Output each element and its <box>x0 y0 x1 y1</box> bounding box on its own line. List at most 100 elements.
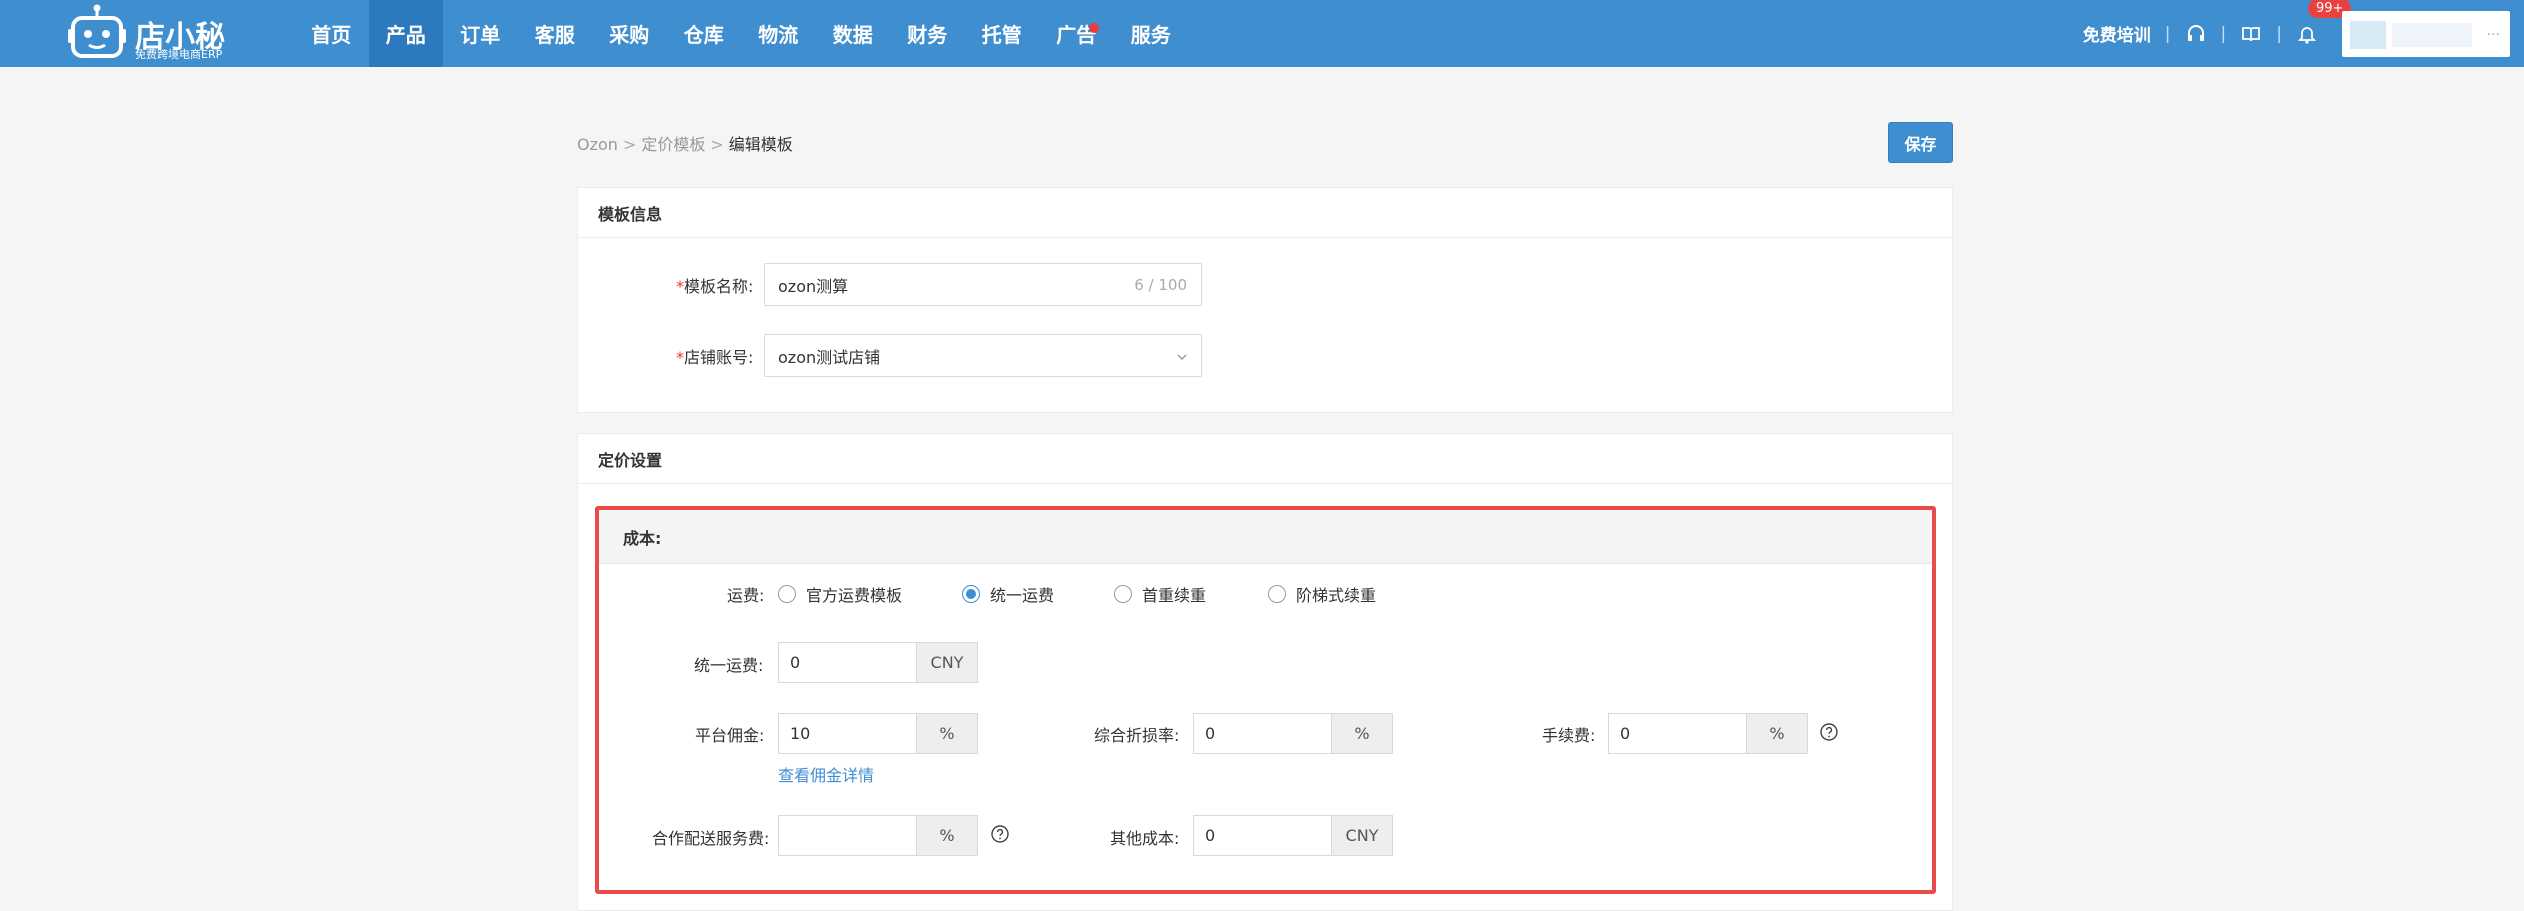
commission-label: 平台佣金: <box>695 726 765 745</box>
required-mark: * <box>676 277 684 296</box>
other-cost-field[interactable]: 0 <box>1193 815 1331 856</box>
shipping-option-3[interactable]: 阶梯式续重 <box>1268 582 1376 606</box>
required-mark: * <box>676 348 684 367</box>
nav-item-label: 服务 <box>1130 23 1171 47</box>
breadcrumb-pricing-template[interactable]: 定价模板 <box>641 135 705 154</box>
nav-item-label: 数据 <box>832 23 873 47</box>
nav-item-label: 订单 <box>460 23 501 47</box>
template-name-value: ozon测算 <box>778 276 849 296</box>
panel-title: 模板信息 <box>578 188 1952 238</box>
currency-addon: CNY <box>916 642 978 683</box>
shop-account-value: ozon测试店铺 <box>778 347 881 367</box>
breadcrumb-separator: > <box>710 135 724 154</box>
percent-addon: % <box>1746 713 1808 754</box>
nav-item-5[interactable]: 仓库 <box>667 0 742 67</box>
delivery-service-fee-label: 合作配送服务费: <box>652 829 770 848</box>
breadcrumb-current: 编辑模板 <box>728 135 793 154</box>
percent-addon: % <box>1331 713 1393 754</box>
nav-item-3[interactable]: 客服 <box>518 0 593 67</box>
delivery-service-fee-field[interactable] <box>778 815 916 856</box>
delivery-service-fee-input[interactable]: % <box>778 815 978 856</box>
shipping-option-1[interactable]: 统一运费 <box>962 582 1054 606</box>
shop-account-label: *店铺账号: <box>676 348 754 367</box>
nav-item-2[interactable]: 订单 <box>443 0 518 67</box>
radio-button[interactable] <box>1268 585 1286 603</box>
header-tools: 免费培训 | | | 99+ ... <box>2083 0 2510 67</box>
robot-logo-icon <box>68 4 126 58</box>
shipping-label: 运费: <box>727 586 765 605</box>
commission-input[interactable]: 10 % <box>778 713 978 754</box>
logo[interactable]: 店小秘 免费跨境电商ERP <box>67 2 227 62</box>
other-cost-label: 其他成本: <box>1110 829 1180 848</box>
panel-title: 定价设置 <box>578 434 1952 484</box>
nav-item-label: 采购 <box>609 23 650 47</box>
currency-addon: CNY <box>1331 815 1393 856</box>
commission-details-link[interactable]: 查看佣金详情 <box>778 762 874 786</box>
radio-button[interactable] <box>962 585 980 603</box>
commission-field[interactable]: 10 <box>778 713 916 754</box>
nav-item-label: 产品 <box>385 23 426 47</box>
shipping-option-2[interactable]: 首重续重 <box>1114 582 1206 606</box>
discount-rate-input[interactable]: 0 % <box>1193 713 1393 754</box>
nav-item-label: 托管 <box>981 23 1022 47</box>
nav-item-label: 仓库 <box>683 23 724 47</box>
main-nav: 首页 产品 订单 客服 采购 仓库 物流 数据 财务 托管 广告 服务 <box>294 0 1188 67</box>
user-name <box>2392 22 2472 47</box>
breadcrumb: Ozon > 定价模板 > 编辑模板 <box>577 131 793 155</box>
save-button[interactable]: 保存 <box>1888 122 1953 163</box>
headset-icon[interactable] <box>2185 23 2207 45</box>
nav-item-label: 客服 <box>534 23 575 47</box>
chevron-down-icon <box>1177 354 1187 361</box>
cost-title: 成本: <box>599 510 1932 564</box>
template-name-label: *模板名称: <box>676 277 754 296</box>
top-navbar: 店小秘 免费跨境电商ERP 首页 产品 订单 客服 采购 仓库 物流 数据 财务 托管 广告 服务 免… <box>0 0 2524 67</box>
nav-item-6[interactable]: 物流 <box>741 0 816 67</box>
radio-label: 官方运费模板 <box>806 586 903 605</box>
nav-item-1[interactable]: 产品 <box>368 0 443 67</box>
uniform-shipping-label: 统一运费: <box>694 656 764 675</box>
radio-button[interactable] <box>778 585 796 603</box>
radio-label: 阶梯式续重 <box>1296 586 1377 605</box>
radio-button[interactable] <box>1114 585 1132 603</box>
new-dot-indicator <box>1088 23 1099 33</box>
book-icon[interactable] <box>2240 23 2262 45</box>
shop-account-select[interactable]: ozon测试店铺 <box>764 334 1202 377</box>
uniform-shipping-field[interactable]: 0 <box>778 642 916 683</box>
bell-icon[interactable]: 99+ <box>2296 0 2352 45</box>
avatar <box>2350 20 2386 49</box>
divider: | <box>2276 23 2282 44</box>
template-name-input[interactable]: ozon测算 6 / 100 <box>764 263 1202 306</box>
nav-item-9[interactable]: 托管 <box>965 0 1040 67</box>
user-ellipsis: ... <box>2486 22 2500 39</box>
breadcrumb-separator: > <box>622 135 637 154</box>
nav-item-8[interactable]: 财务 <box>890 0 965 67</box>
radio-label: 首重续重 <box>1142 586 1207 605</box>
nav-item-label: 财务 <box>907 23 948 47</box>
nav-item-label: 物流 <box>758 23 799 47</box>
handling-fee-label: 手续费: <box>1542 726 1596 745</box>
breadcrumb-ozon[interactable]: Ozon <box>577 135 618 154</box>
nav-item-10[interactable]: 广告 <box>1039 0 1114 67</box>
free-training-link[interactable]: 免费培训 <box>2083 21 2151 46</box>
percent-addon: % <box>916 713 978 754</box>
logo-subtitle: 免费跨境电商ERP <box>135 48 223 61</box>
divider: | <box>2164 23 2171 44</box>
discount-rate-field[interactable]: 0 <box>1193 713 1331 754</box>
uniform-shipping-input[interactable]: 0 CNY <box>778 642 978 683</box>
shipping-option-0[interactable]: 官方运费模板 <box>778 582 902 606</box>
nav-item-7[interactable]: 数据 <box>816 0 891 67</box>
percent-addon: % <box>916 815 978 856</box>
discount-rate-label: 综合折损率: <box>1094 726 1180 745</box>
handling-fee-input[interactable]: 0 % <box>1608 713 1808 754</box>
other-cost-input[interactable]: 0 CNY <box>1193 815 1393 856</box>
help-icon[interactable] <box>1819 722 1839 742</box>
nav-item-0[interactable]: 首页 <box>294 0 369 67</box>
user-menu[interactable]: ... <box>2342 10 2510 57</box>
nav-item-4[interactable]: 采购 <box>592 0 667 67</box>
help-icon[interactable] <box>990 824 1010 844</box>
nav-item-label: 首页 <box>311 23 352 47</box>
radio-label: 统一运费 <box>990 586 1055 605</box>
handling-fee-field[interactable]: 0 <box>1608 713 1746 754</box>
nav-item-11[interactable]: 服务 <box>1114 0 1189 67</box>
divider: | <box>2220 23 2227 44</box>
